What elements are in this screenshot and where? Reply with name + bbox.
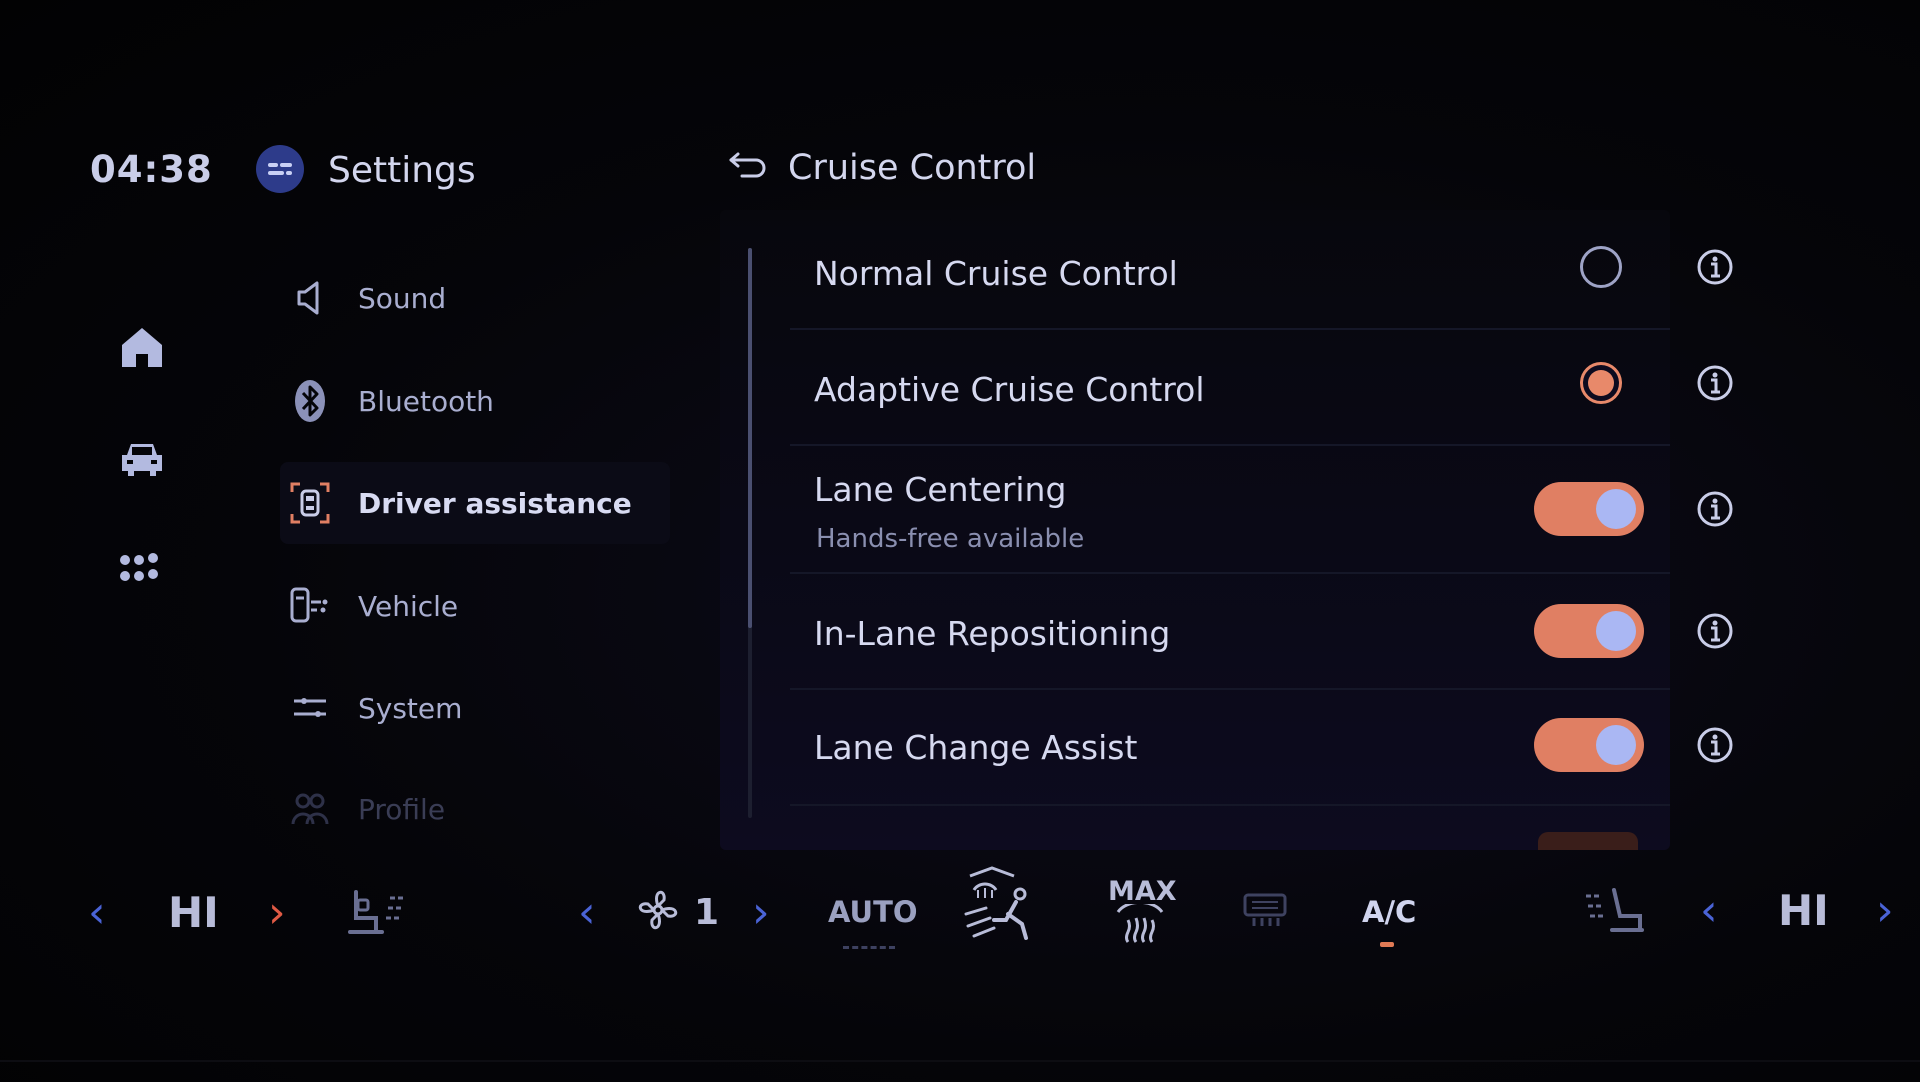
bluetooth-icon [286,379,334,423]
sidebar-item-profile[interactable]: Profile [280,768,670,850]
scrollbar-thumb[interactable] [748,248,752,628]
auto-indicator [843,946,895,949]
rear-defrost-icon[interactable] [1242,892,1288,928]
heated-seat-left-icon[interactable] [342,888,412,938]
sidebar-item-label: Vehicle [358,589,459,623]
lane-change-assist-toggle[interactable] [1534,718,1644,772]
car-icon[interactable] [118,435,166,483]
max-defrost-icon[interactable] [1114,904,1166,944]
sidebar-item-bluetooth[interactable]: Bluetooth [280,360,670,442]
vehicle-settings-icon [286,584,334,628]
chevron-left-icon: ‹ [1700,884,1718,936]
page-title: Cruise Control [788,148,1037,188]
driver-assist-icon [286,481,334,525]
next-row-toggle-peek [1538,832,1638,850]
fan-up-button[interactable]: › [752,862,770,962]
chevron-left-icon: ‹ [88,886,106,938]
option-row-lane-change-assist[interactable]: Lane Change Assist [790,690,1733,806]
option-title: In-Lane Repositioning [814,614,1171,653]
sliders-icon [286,686,334,730]
app-title: Settings [328,150,476,191]
fan-speed-value: 1 [694,891,720,933]
ac-button[interactable]: A/C [1362,862,1416,962]
option-row-in-lane-repositioning[interactable]: In-Lane Repositioning [790,574,1733,690]
option-subtitle: Hands-free available [816,524,1085,554]
option-row-adaptive-cruise[interactable]: Adaptive Cruise Control [790,330,1733,446]
in-lane-repositioning-toggle[interactable] [1534,604,1644,658]
settings-icon[interactable] [256,145,304,193]
info-icon[interactable] [1696,364,1734,402]
auto-label: AUTO [828,895,918,929]
option-title: Lane Change Assist [814,728,1138,767]
option-row-normal-cruise[interactable]: Normal Cruise Control [790,214,1733,330]
sidebar-item-label: Bluetooth [358,384,494,418]
sidebar-item-label: Profile [358,792,446,826]
right-temp-up-button[interactable]: › [1876,860,1894,960]
home-icon[interactable] [118,323,166,371]
chevron-left-icon: ‹ [578,886,596,938]
chevron-right-icon: › [1876,884,1894,936]
right-temp-down-button[interactable]: ‹ [1700,860,1718,960]
sidebar-item-label: System [358,691,463,725]
toggle-knob [1596,489,1636,529]
sidebar-item-sound[interactable]: Sound [280,257,670,339]
sidebar-item-label: Driver assistance [358,486,632,520]
option-title: Adaptive Cruise Control [814,370,1205,409]
back-icon[interactable] [728,148,768,184]
profile-icon [286,787,334,831]
fan-icon [638,890,678,930]
option-row-lane-centering[interactable]: Lane Centering Hands-free available [790,446,1733,574]
info-icon[interactable] [1696,612,1734,650]
sidebar-item-system[interactable]: System [280,667,670,749]
info-icon[interactable] [1696,248,1734,286]
ac-label: A/C [1362,895,1417,929]
max-defrost-label: MAX [1108,876,1177,907]
airflow-mode-icon[interactable] [960,864,1040,944]
right-temp-value: HI [1778,885,1829,935]
info-icon[interactable] [1696,726,1734,764]
sidebar-item-vehicle[interactable]: Vehicle [280,565,670,647]
toggle-knob [1596,611,1636,651]
left-temp-down-button[interactable]: ‹ [88,862,106,962]
chevron-right-icon: › [752,886,770,938]
normal-cruise-radio[interactable] [1580,246,1622,288]
chevron-right-icon: › [268,886,286,938]
option-title: Normal Cruise Control [814,254,1178,293]
left-temp-up-button[interactable]: › [268,862,286,962]
option-title: Lane Centering [814,470,1067,509]
sidebar-item-driver-assistance[interactable]: Driver assistance [280,462,670,544]
fan-down-button[interactable]: ‹ [578,862,596,962]
infotainment-screen: 04:38 Settings Cruise Control Sound Blue… [0,0,1920,1082]
info-icon[interactable] [1696,490,1734,528]
sidebar-item-label: Sound [358,281,447,315]
apps-grid-icon[interactable] [118,546,166,594]
heated-seat-right-icon[interactable] [1578,886,1648,936]
speaker-icon [286,276,334,320]
adaptive-cruise-radio[interactable] [1580,362,1622,404]
clock: 04:38 [90,148,213,191]
toggle-knob [1596,725,1636,765]
ac-on-indicator [1380,942,1394,947]
lane-centering-toggle[interactable] [1534,482,1644,536]
screen-bezel-line [0,1060,1920,1062]
left-temp-value: HI [168,887,219,937]
